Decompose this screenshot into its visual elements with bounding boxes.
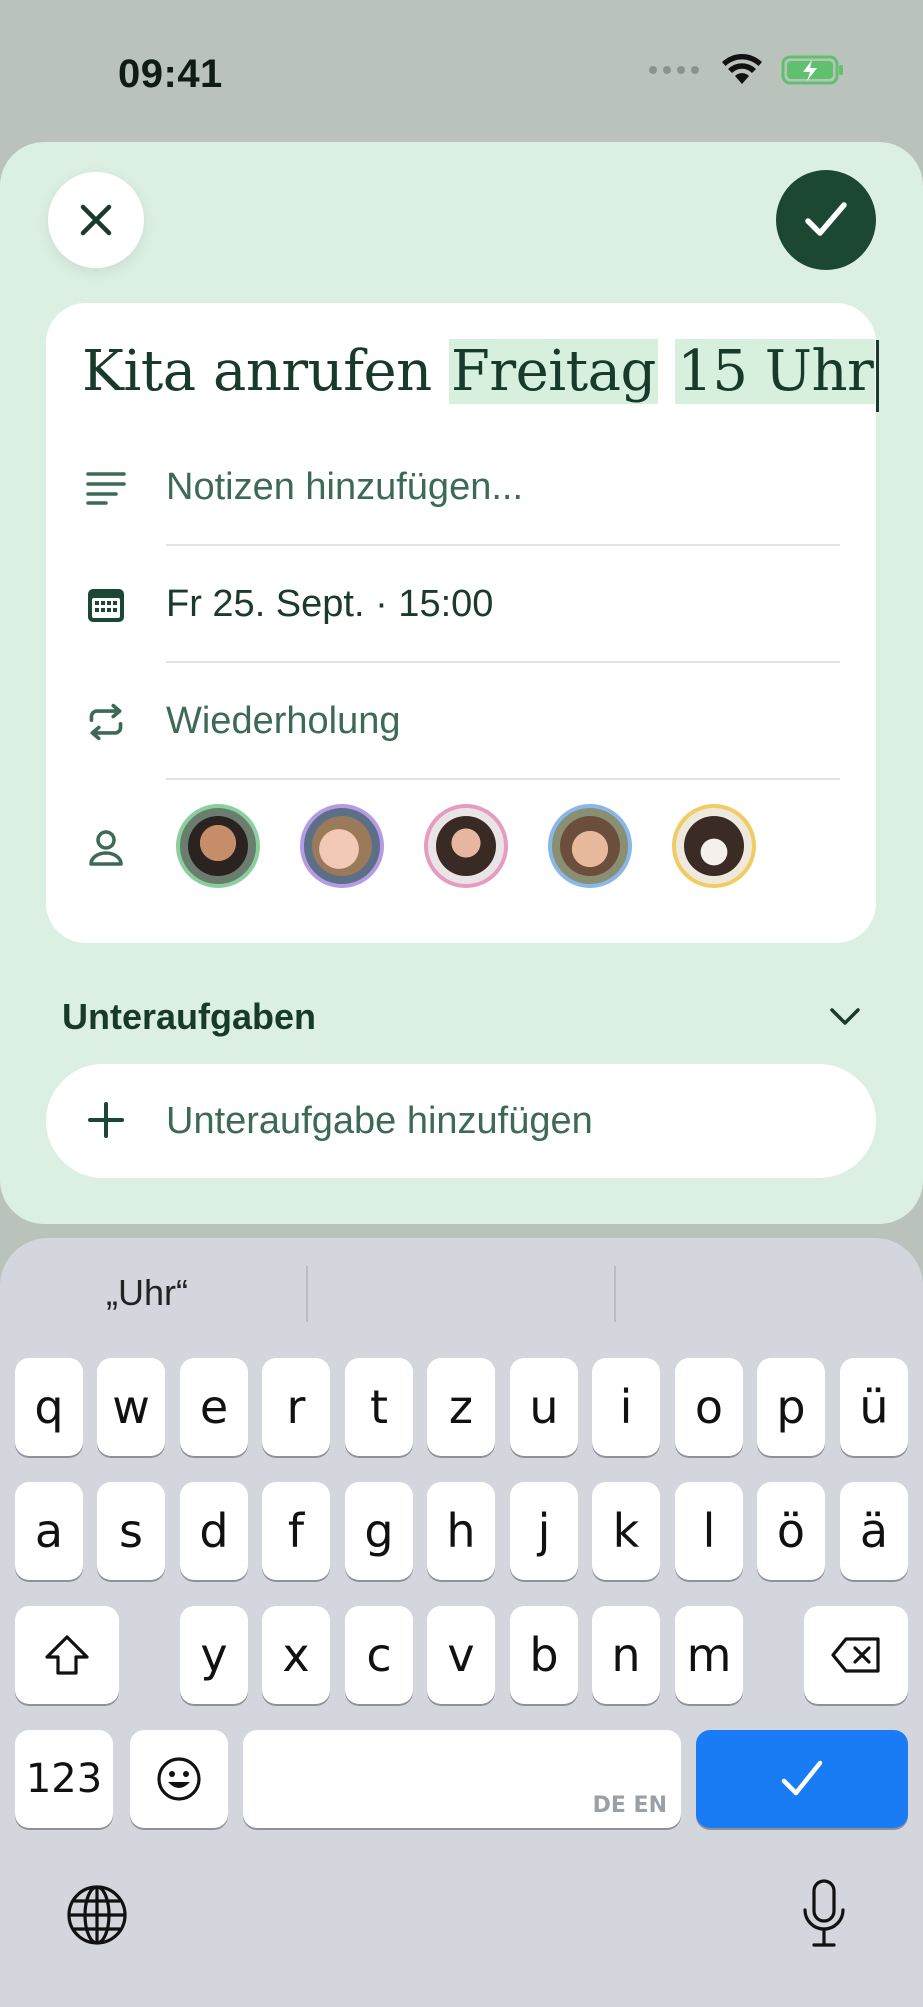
key-i[interactable]: i: [592, 1358, 660, 1456]
shift-key[interactable]: [15, 1606, 119, 1704]
subtasks-heading: Unteraufgaben: [62, 996, 317, 1037]
avatar-woman[interactable]: [424, 804, 508, 888]
key-x[interactable]: x: [262, 1606, 330, 1704]
key-l[interactable]: l: [675, 1482, 743, 1580]
avatar-man[interactable]: [176, 804, 260, 888]
return-key[interactable]: [696, 1730, 908, 1828]
divider: [166, 661, 840, 663]
delete-key[interactable]: [804, 1606, 908, 1704]
key-n[interactable]: n: [592, 1606, 660, 1704]
time-token-highlight: 15 Uhr: [675, 339, 876, 404]
repeat-icon: [86, 702, 126, 742]
key-f[interactable]: f: [262, 1482, 330, 1580]
key-oe[interactable]: ö: [757, 1482, 825, 1580]
text-cursor: [876, 339, 880, 412]
status-icons: [649, 54, 845, 86]
key-v[interactable]: v: [427, 1606, 495, 1704]
key-m[interactable]: m: [675, 1606, 743, 1704]
key-ue[interactable]: ü: [840, 1358, 908, 1456]
emoji-icon: [157, 1757, 201, 1801]
numbers-key[interactable]: 123: [15, 1730, 113, 1828]
key-t[interactable]: t: [345, 1358, 413, 1456]
shift-icon: [45, 1635, 89, 1675]
key-d[interactable]: d: [180, 1482, 248, 1580]
status-time: 09:41: [118, 52, 223, 96]
checkmark-icon: [781, 1760, 823, 1796]
avatar-dog[interactable]: [672, 804, 756, 888]
key-q[interactable]: q: [15, 1358, 83, 1456]
wifi-icon: [722, 54, 762, 84]
key-e[interactable]: e: [180, 1358, 248, 1456]
key-u[interactable]: u: [510, 1358, 578, 1456]
key-g[interactable]: g: [345, 1482, 413, 1580]
notes-icon: [86, 468, 126, 508]
key-z[interactable]: z: [427, 1358, 495, 1456]
key-ae[interactable]: ä: [840, 1482, 908, 1580]
key-a[interactable]: a: [15, 1482, 83, 1580]
globe-icon[interactable]: [66, 1884, 128, 1946]
divider: [166, 544, 840, 546]
suggestion-divider: [306, 1266, 308, 1322]
key-w[interactable]: w: [97, 1358, 165, 1456]
delete-icon: [831, 1637, 880, 1673]
key-b[interactable]: b: [510, 1606, 578, 1704]
key-r[interactable]: r: [262, 1358, 330, 1456]
key-o[interactable]: o: [675, 1358, 743, 1456]
divider: [166, 778, 840, 780]
due-date-row[interactable]: Fr 25. Sept. · 15:00: [46, 547, 876, 663]
add-subtask-label: Unteraufgabe hinzufügen: [166, 1100, 593, 1142]
suggestion-divider: [614, 1266, 616, 1322]
task-title-text: Kita anrufen: [82, 339, 449, 404]
key-y[interactable]: y: [180, 1606, 248, 1704]
repeat-row[interactable]: Wiederholung: [46, 664, 876, 780]
key-p[interactable]: p: [757, 1358, 825, 1456]
date-token-highlight: Freitag: [448, 339, 658, 404]
notes-placeholder: Notizen hinzufügen...: [166, 466, 524, 508]
notes-row[interactable]: Notizen hinzufügen...: [46, 430, 876, 546]
assignee-list: [176, 804, 756, 888]
save-button[interactable]: [776, 170, 876, 270]
key-c[interactable]: c: [345, 1606, 413, 1704]
microphone-icon[interactable]: [800, 1878, 848, 1950]
key-s[interactable]: s: [97, 1482, 165, 1580]
add-subtask-button[interactable]: Unteraufgabe hinzufügen: [46, 1064, 876, 1178]
close-button[interactable]: [48, 172, 144, 268]
chevron-down-icon[interactable]: [827, 998, 863, 1034]
avatar-girl[interactable]: [300, 804, 384, 888]
due-date-value: Fr 25. Sept. · 15:00: [166, 583, 494, 625]
calendar-icon: [86, 585, 126, 625]
person-icon: [86, 828, 126, 868]
task-title-input[interactable]: Kita anrufen Freitag 15 Uhr: [82, 335, 880, 412]
key-h[interactable]: h: [427, 1482, 495, 1580]
space-key[interactable]: DE EN: [243, 1730, 681, 1828]
battery-charging-icon: [781, 55, 843, 85]
cellular-signal-icon: [649, 66, 699, 74]
key-k[interactable]: k: [592, 1482, 660, 1580]
plus-icon: [88, 1102, 124, 1138]
repeat-label: Wiederholung: [166, 700, 401, 742]
emoji-key[interactable]: [130, 1730, 228, 1828]
autocorrect-suggestion[interactable]: „Uhr“: [106, 1272, 188, 1314]
key-j[interactable]: j: [510, 1482, 578, 1580]
close-icon: [80, 204, 112, 236]
checkmark-icon: [805, 202, 847, 236]
avatar-boy[interactable]: [548, 804, 632, 888]
language-hint: DE EN: [592, 1793, 667, 1818]
